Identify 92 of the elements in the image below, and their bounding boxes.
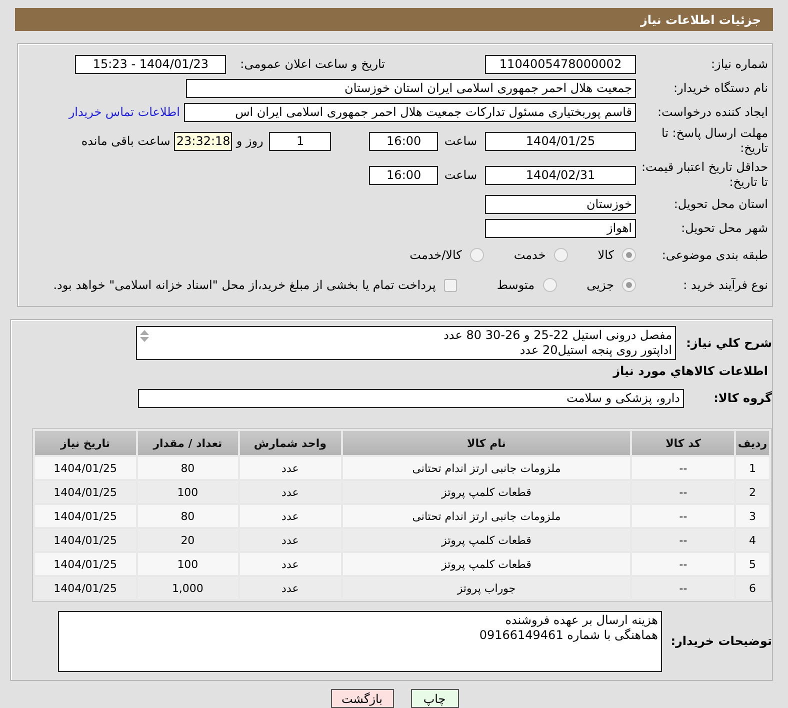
radio-label: کالا/خدمت — [410, 248, 462, 262]
field-label: ایجاد کننده درخواست: — [656, 104, 768, 120]
table-cell: جوراب پروتز — [342, 577, 630, 599]
scroll-arrows-icon[interactable] — [139, 329, 150, 343]
radio-button[interactable] — [622, 248, 636, 262]
table-cell: 100 — [138, 553, 238, 575]
table-cell: 1404/01/25 — [35, 505, 136, 527]
back-button[interactable]: بازگشت — [330, 689, 394, 708]
table-cell: -- — [632, 505, 734, 527]
field-label: طبقه بندی موضوعی: — [660, 248, 768, 262]
table-cell: 1404/01/25 — [35, 457, 136, 479]
column-header: ردیف — [736, 431, 769, 455]
time-label: ساعت — [444, 134, 477, 148]
column-header: نام کالا — [342, 431, 630, 455]
field-label: مهلت ارسال پاسخ: تا تاریخ: — [660, 126, 768, 156]
buyer-contact-link[interactable]: اطلاعات تماس خریدار — [68, 105, 180, 119]
response-date-field[interactable]: 1404/01/25 — [485, 132, 636, 150]
field-label: گروه کالا: — [712, 390, 772, 406]
table-cell: قطعات کلمپ پروتز — [342, 481, 630, 503]
table-cell: -- — [632, 529, 734, 551]
remaining-time-field: 23:32:18 — [174, 132, 232, 150]
table-cell: 1,000 — [138, 577, 238, 599]
table-cell: 5 — [736, 553, 769, 575]
price-validity-date-field[interactable]: 1404/02/31 — [485, 166, 636, 184]
field-label: استان محل تحویل: — [672, 196, 768, 212]
radio-button[interactable] — [470, 248, 484, 262]
radio-label: متوسط — [496, 278, 535, 292]
remaining-label: ساعت باقی مانده — [81, 134, 170, 148]
table-cell: 6 — [736, 577, 769, 599]
buyer-notes-field[interactable]: هزینه ارسال بر عهده فروشنده هماهنگی با شماره 09166149461 — [58, 610, 662, 672]
field-label: نوع فرآیند خرید : — [682, 278, 768, 292]
city-field[interactable]: اهواز — [485, 218, 636, 238]
checkbox-label: پرداخت تمام یا بخشی از مبلغ خرید،از محل "اسناد خزانه اسلامی" خواهد بود. — [53, 278, 436, 292]
table-cell: 2 — [736, 481, 769, 503]
days-label: روز و — [236, 134, 264, 148]
price-validity-time-field[interactable]: 16:00 — [369, 166, 438, 184]
table-cell: -- — [632, 553, 734, 575]
table-cell: ملزومات جانبی ارتز اندام تحتانی — [342, 457, 630, 479]
table-cell: قطعات کلمپ پروتز — [342, 529, 630, 551]
table-cell: 20 — [138, 529, 238, 551]
table-cell: 1404/01/25 — [35, 553, 136, 575]
table-cell: -- — [632, 577, 734, 599]
table-cell: عدد — [240, 505, 341, 527]
table-cell: 80 — [138, 505, 238, 527]
table-cell: عدد — [240, 529, 341, 551]
table-cell: -- — [632, 457, 734, 479]
table-cell: عدد — [240, 553, 341, 575]
table-cell: عدد — [240, 577, 341, 599]
radio-button[interactable] — [622, 278, 636, 292]
field-label: شماره نیاز: — [710, 56, 768, 72]
table-cell: 1404/01/25 — [35, 577, 136, 599]
radio-label: جزیی — [586, 278, 614, 292]
table-cell: 1404/01/25 — [35, 481, 136, 503]
radio-button[interactable] — [542, 278, 557, 292]
radio-label: خدمت — [514, 248, 546, 262]
table-cell: ملزومات جانبی ارتز اندام تحتانی — [342, 505, 630, 527]
field-label: توضیحات خریدار: — [670, 634, 772, 648]
table-cell: عدد — [240, 457, 341, 479]
column-header: تعداد / مقدار — [138, 431, 238, 455]
checkbox[interactable] — [444, 278, 457, 292]
column-header: واحد شمارش — [240, 431, 341, 455]
table-cell: 1 — [736, 457, 769, 479]
table-cell: 3 — [736, 505, 769, 527]
province-field[interactable]: خوزستان — [485, 194, 636, 214]
radio-label: کالا — [598, 248, 614, 262]
column-header: کد کالا — [632, 431, 734, 455]
field-label: تاریخ و ساعت اعلان عمومی: — [240, 57, 385, 71]
goods-group-field[interactable]: دارو، پزشکی و سلامت — [138, 388, 684, 408]
requester-field[interactable]: قاسم پوربختیاری مسئول تدارکات جمعیت هلال احمر جمهوری اسلامی ایران اس — [184, 102, 636, 122]
table-cell: عدد — [240, 481, 341, 503]
days-field[interactable]: 1 — [269, 132, 332, 150]
need-number-field[interactable]: 1104005478000002 — [485, 54, 636, 74]
table-cell: 1404/01/25 — [35, 529, 136, 551]
table-cell: 100 — [138, 481, 238, 503]
time-label: ساعت — [444, 168, 477, 182]
response-time-field[interactable]: 16:00 — [369, 132, 438, 150]
column-header: تاریخ نیاز — [35, 431, 136, 455]
table-cell: 4 — [736, 529, 769, 551]
radio-button[interactable] — [554, 248, 568, 262]
field-label: نام دستگاه خریدار: — [672, 80, 768, 96]
print-button[interactable]: چاپ — [410, 689, 458, 708]
description-field[interactable]: مفصل درونی استیل 22-25 و 26-30 80 عدد اداپتور روی پنجه استیل20 عدد — [136, 326, 676, 360]
section-heading: اطلاعات کالاهاي مورد نياز — [612, 364, 769, 378]
table-cell: قطعات کلمپ پروتز — [342, 553, 630, 575]
field-label: شرح کلي نياز: — [685, 336, 772, 350]
field-label: حداقل تاریخ اعتبار قیمت: تا تاریخ: — [640, 160, 768, 190]
field-label: شهر محل تحویل: — [680, 220, 768, 236]
buyer-org-field[interactable]: جمعیت هلال احمر جمهوری اسلامی ایران استان خوزستان — [186, 78, 636, 98]
page-header: جزئیات اطلاعات نیاز — [15, 8, 773, 31]
announce-date-field[interactable]: 1404/01/23 - 15:23 — [75, 54, 226, 74]
table-cell: 80 — [138, 457, 238, 479]
table-cell: -- — [632, 481, 734, 503]
